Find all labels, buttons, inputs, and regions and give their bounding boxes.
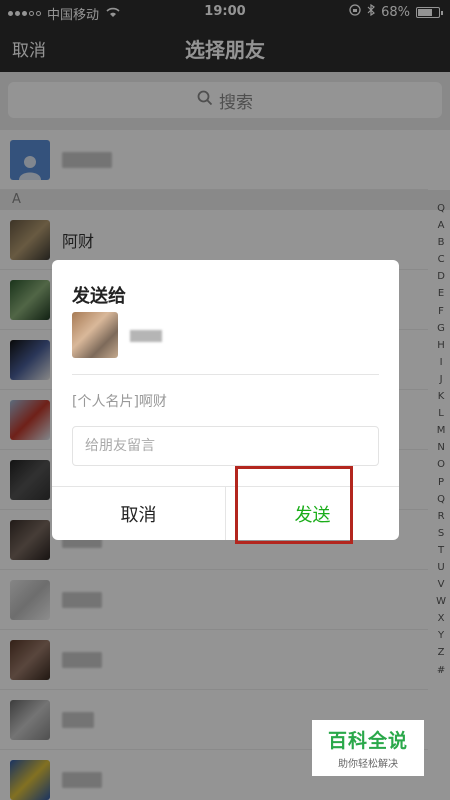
dialog-title: 发送给 bbox=[72, 286, 126, 307]
watermark-title: 百科全说 bbox=[327, 730, 408, 752]
recipient-avatar bbox=[72, 312, 118, 358]
dialog-cancel-button[interactable]: 取消 bbox=[52, 487, 226, 540]
watermark-logo: 百科全说 助你轻松解决 bbox=[312, 720, 424, 776]
recipient-name bbox=[130, 330, 162, 342]
message-field[interactable] bbox=[72, 426, 379, 466]
highlight-box bbox=[235, 466, 353, 544]
divider bbox=[72, 374, 379, 375]
card-preview-text: [个人名片]啊财 bbox=[72, 394, 167, 410]
watermark-subtitle: 助你轻松解决 bbox=[338, 759, 398, 770]
